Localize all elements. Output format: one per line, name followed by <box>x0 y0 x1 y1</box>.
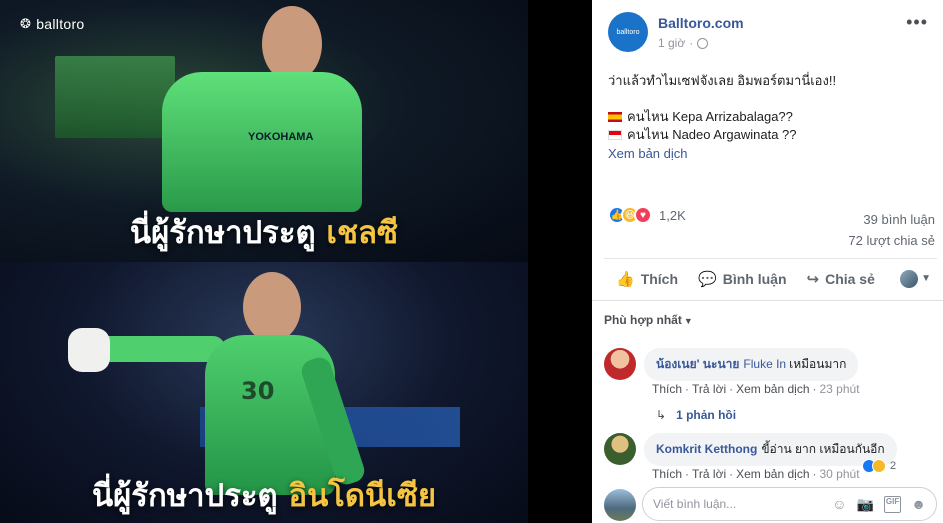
post-text-line: ว่าแล้วทำไมเซฟจังเลย อิมพอร์ตมานี่เอง!! <box>608 73 837 88</box>
audience-selector[interactable]: ▼ <box>900 269 937 288</box>
caption-top: นี่ผู้รักษาประตู เชลซี <box>0 207 528 257</box>
avatar <box>900 269 919 288</box>
composer-icons: ☺ 📷 GIF ☻ <box>832 495 926 513</box>
action-bar: 👍 Thích 💬 Bình luận ↪ Chia sẻ ▼ <box>604 258 937 298</box>
comment-actions: Thích · Trả lời · Xem bản dịch · 23 phút <box>652 382 860 396</box>
indonesia-flag-icon <box>608 130 622 140</box>
keeper-glove <box>68 328 110 372</box>
camera-icon[interactable]: 📷 <box>856 496 873 513</box>
comment-mention[interactable]: Fluke In <box>743 357 786 371</box>
avatar[interactable] <box>604 433 636 465</box>
stadium-screen <box>55 56 175 138</box>
love-reaction-icon: ♥ <box>634 206 652 224</box>
see-translation-link[interactable]: Xem bản dịch <box>608 145 688 163</box>
comment-text: ขี้อ่าน ยาก เหมือนกันอีก <box>761 442 885 456</box>
thumbs-up-icon: 👍 <box>616 270 635 288</box>
balltoro-logo-icon: ❂ <box>20 16 32 31</box>
comment-label: Bình luận <box>722 270 787 287</box>
replies-count: 1 phản hồi <box>676 408 737 422</box>
comment-bubble: น้องเนย' นะนาย Fluke In เหมือนมาก <box>644 348 859 381</box>
more-options-icon[interactable]: ••• <box>906 12 928 33</box>
post-header: balltoro Balltoro.com 1 giờ · ••• <box>608 12 938 56</box>
like-label: Thích <box>640 270 679 287</box>
post-stats: 39 bình luận 72 lượt chia sẻ <box>848 209 935 251</box>
comment-text: เหมือนมาก <box>789 357 847 371</box>
avatar[interactable] <box>604 348 636 380</box>
comment-reactions[interactable]: 2 <box>862 459 896 473</box>
keeper-arm <box>95 336 225 362</box>
reply-arrow-icon: ↳ <box>656 408 667 422</box>
chevron-down-icon: ▼ <box>683 316 693 326</box>
emoji-icon[interactable]: ☺ <box>832 496 846 513</box>
comment-time[interactable]: 23 phút <box>820 382 860 396</box>
comment-author[interactable]: น้องเนย' นะนาย <box>656 357 739 371</box>
reaction-summary[interactable]: 👍 😆 ♥ 1,2K <box>608 206 686 224</box>
comment-like-link[interactable]: Thích <box>652 382 682 396</box>
caption-top-prefix: นี่ผู้รักษาประตู <box>129 215 316 251</box>
like-button[interactable]: 👍 Thích <box>606 260 688 298</box>
post-time[interactable]: 1 giờ <box>658 36 685 50</box>
comment-bubble: Komkrit Ketthong ขี้อ่าน ยาก เหมือนกันอีก <box>644 433 897 466</box>
sort-label: Phù hợp nhất <box>604 313 682 327</box>
post-photo[interactable]: YOKOHAMA 30 ❂ balltoro นี่ผู้รักษาประตู … <box>0 0 528 523</box>
comment-translate-link[interactable]: Xem bản dịch <box>736 467 809 481</box>
caption-top-highlight: เชลซี <box>326 215 399 251</box>
haha-reaction-icon <box>872 459 886 473</box>
post-text: ว่าแล้วทำไมเซฟจังเลย อิมพอร์ตมานี่เอง!! … <box>608 72 933 163</box>
page-name-link[interactable]: Balltoro.com <box>658 15 744 31</box>
post-text-line: คนไหน Nadeo Argawinata ?? <box>608 126 933 144</box>
jersey-number: 30 <box>241 377 275 405</box>
comment-icon: 💬 <box>698 270 717 288</box>
comment-button[interactable]: 💬 Bình luận <box>688 260 796 298</box>
keeper-head-bottom <box>243 272 301 342</box>
comment-composer: Viết bình luận... ☺ 📷 GIF ☻ <box>604 487 937 521</box>
caption-bottom-prefix: นี่ผู้รักษาประตู <box>91 478 278 514</box>
view-replies-link[interactable]: ↳ 1 phản hồi <box>656 408 736 422</box>
keeper-head-top <box>262 6 322 82</box>
globe-icon <box>697 37 709 49</box>
comment-like-link[interactable]: Thích <box>652 467 682 481</box>
comment-author[interactable]: Komkrit Ketthong <box>656 442 757 456</box>
jersey-sponsor: YOKOHAMA <box>248 131 314 143</box>
comment-time[interactable]: 30 phút <box>820 467 860 481</box>
chevron-down-icon: ▼ <box>921 273 931 284</box>
gif-icon[interactable]: GIF <box>883 495 902 513</box>
comment-reaction-count: 2 <box>890 460 897 472</box>
post-meta: 1 giờ · <box>658 36 709 50</box>
share-label: Chia sẻ <box>825 270 875 287</box>
spain-flag-icon <box>608 112 622 122</box>
avatar <box>604 489 636 521</box>
comment-sort-dropdown[interactable]: Phù hợp nhất ▼ <box>604 313 693 327</box>
reaction-count: 1,2K <box>659 207 686 223</box>
comments-count-link[interactable]: 39 bình luận <box>848 209 935 230</box>
comment-reply-link[interactable]: Trả lời <box>692 467 726 481</box>
page-avatar-text: balltoro <box>616 28 640 36</box>
comment-translate-link[interactable]: Xem bản dịch <box>736 382 809 396</box>
page-avatar[interactable]: balltoro <box>608 12 648 52</box>
post-sidebar: balltoro Balltoro.com 1 giờ · ••• ว่าแล้… <box>592 0 943 523</box>
photo-backdrop <box>528 0 592 523</box>
comment-actions: Thích · Trả lời · Xem bản dịch · 30 phút <box>652 467 860 481</box>
shares-count-link[interactable]: 72 lượt chia sẻ <box>848 230 935 251</box>
caption-bottom: นี่ผู้รักษาประตู อินโดนีเซีย <box>0 470 528 520</box>
caption-bottom-highlight: อินโดนีเซีย <box>288 478 437 514</box>
sticker-icon[interactable]: ☻ <box>911 496 926 513</box>
comment-placeholder: Viết bình luận... <box>653 497 737 511</box>
post-text-line: คนไหน Kepa Arrizabalaga?? <box>608 108 933 126</box>
comment-input[interactable]: Viết bình luận... ☺ 📷 GIF ☻ <box>642 487 937 521</box>
share-button[interactable]: ↪ Chia sẻ <box>797 260 885 298</box>
comments-section: Phù hợp nhất ▼ น้องเนย' นะนาย Fluke In เหมื… <box>592 300 943 523</box>
share-icon: ↪ <box>806 270 820 288</box>
brand-name: balltoro <box>36 16 85 32</box>
comment-reply-link[interactable]: Trả lời <box>692 382 726 396</box>
brand-watermark: ❂ balltoro <box>20 16 85 32</box>
